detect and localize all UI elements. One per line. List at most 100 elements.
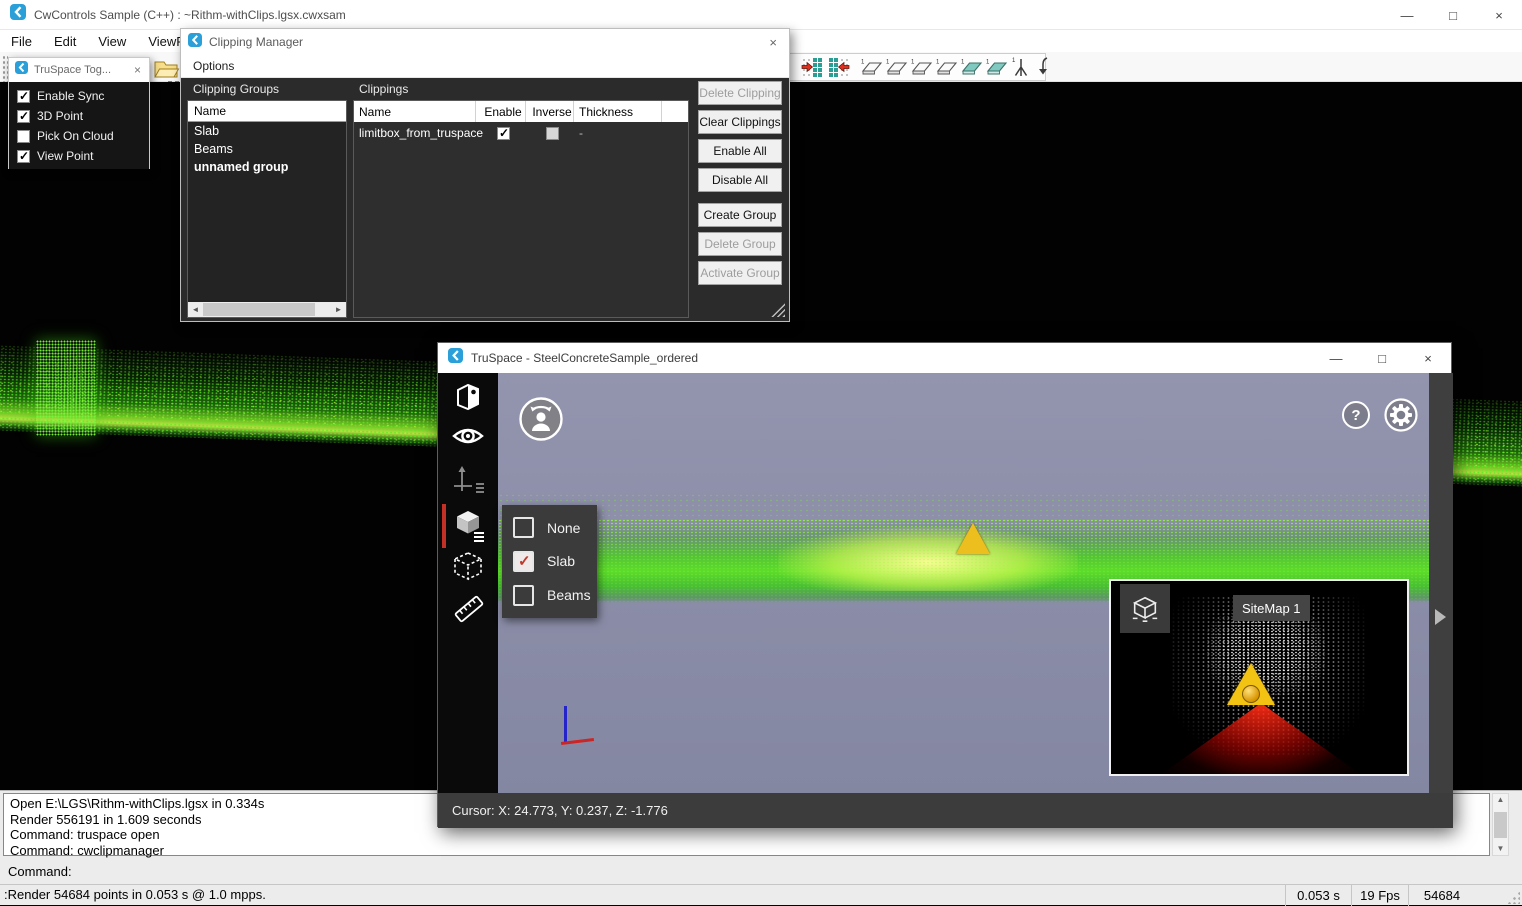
toggle-view-point[interactable]: View Point [9,146,149,166]
close-button[interactable]: × [1476,0,1522,30]
ts-tool-sidebar [438,373,498,793]
clipping-cube-icon[interactable] [452,506,486,547]
log-scrollbar[interactable]: ▲ ▼ [1492,793,1509,856]
popup-label: None [547,520,580,536]
scroll-down-icon[interactable]: ▼ [1497,844,1505,854]
col-header-thickness[interactable]: Thickness [574,101,662,122]
grid-arrow-right-icon[interactable] [800,55,824,79]
activate-group-button[interactable]: Activate Group [698,261,782,285]
popup-item-slab[interactable]: Slab [502,551,597,572]
maximize-button[interactable]: □ [1430,0,1476,30]
enable-all-button[interactable]: Enable All [698,139,782,163]
col-header-enable[interactable]: Enable [476,101,526,122]
disable-all-button[interactable]: Disable All [698,168,782,192]
table-row[interactable]: limitbox_from_truspace - [354,122,688,144]
close-button[interactable]: × [1405,343,1451,373]
popup-item-none[interactable]: None [502,517,597,538]
scroll-left-icon[interactable]: ◄ [188,305,203,314]
groups-header[interactable]: Name [188,101,346,122]
group-item-unnamed[interactable]: unnamed group [188,158,346,176]
truspace-3d-viewport[interactable]: ? SiteMap 1 [498,373,1429,793]
maximize-button[interactable]: □ [1359,343,1405,373]
resize-grip[interactable] [1507,891,1520,904]
enable-checkbox[interactable] [497,127,510,140]
ts-title: TruSpace - SteelConcreteSample_ordered [471,351,1313,365]
slab-tool-teal-icon[interactable] [961,55,983,79]
limitbox-icon[interactable] [452,551,484,587]
axis-icon[interactable] [452,463,486,502]
panorama-icon[interactable] [452,381,484,418]
viewpoint-marker[interactable] [956,523,990,554]
col-header-inverse[interactable]: Inverse [526,101,574,122]
cm-titlebar[interactable]: Clipping Manager × [181,29,789,55]
question-glyph: ? [1351,407,1360,424]
status-bar: :Render 54684 points in 0.053 s @ 1.0 mp… [0,884,1522,905]
menu-options[interactable]: Options [193,59,234,73]
delete-clipping-button[interactable]: Delete Clipping [698,81,782,105]
help-icon[interactable]: ? [1342,401,1370,429]
scroll-thumb[interactable] [1494,812,1507,838]
col-header-name[interactable]: Name [354,101,476,122]
groups-hscrollbar[interactable]: ◄ ► [188,302,346,317]
drop-arrow-icon[interactable] [1034,55,1054,79]
resize-grip[interactable] [771,303,785,317]
clear-clippings-button[interactable]: Clear Clippings [698,110,782,134]
close-icon[interactable]: × [134,63,141,77]
group-item-slab[interactable]: Slab [188,122,346,140]
minimize-button[interactable]: — [1313,343,1359,373]
command-line[interactable]: Command: [0,858,1522,884]
popup-label: Beams [547,587,591,603]
checkbox[interactable] [513,551,534,572]
eye-icon[interactable] [452,422,484,455]
toggle-label: 3D Point [37,109,83,123]
tripod-icon[interactable]: 1 [1011,55,1031,79]
slab-tool-teal-icon[interactable] [986,55,1008,79]
scroll-thumb[interactable] [203,303,315,316]
rotate-person-icon[interactable] [519,397,563,441]
ruler-icon[interactable] [452,592,486,631]
status-fps: 19 Fps [1351,885,1408,906]
menu-view[interactable]: View [87,30,137,52]
slab-tool-icon[interactable] [886,55,908,79]
sitemap-cube-icon [1130,594,1160,624]
command-label: Command: [8,864,72,879]
axis-indicator-z [564,706,567,743]
checkbox[interactable] [513,585,534,606]
gear-icon[interactable] [1384,398,1418,432]
menu-file[interactable]: File [0,30,43,52]
sitemap-label: SiteMap 1 [1233,595,1310,621]
slab-tool-icon[interactable] [936,55,958,79]
checkbox[interactable] [513,517,534,538]
checkbox[interactable] [17,150,30,163]
checkbox[interactable] [17,130,30,143]
menu-edit[interactable]: Edit [43,30,87,52]
close-icon[interactable]: × [769,35,777,50]
create-group-button[interactable]: Create Group [698,203,782,227]
inverse-checkbox[interactable] [546,127,559,140]
expand-arrow-icon[interactable] [1435,609,1446,625]
slab-tool-icon[interactable] [861,55,883,79]
clippings-label: Clippings [359,82,408,96]
checkbox[interactable] [17,110,30,123]
sitemap-panel[interactable]: SiteMap 1 [1109,579,1409,776]
grid-arrow-left-icon[interactable] [827,55,851,79]
cm-menubar: Options [181,55,789,78]
delete-group-button[interactable]: Delete Group [698,232,782,256]
toggle-3d-point[interactable]: 3D Point [9,106,149,126]
checkbox[interactable] [17,90,30,103]
app-icon [10,4,26,25]
toggle-enable-sync[interactable]: Enable Sync [9,86,149,106]
scroll-up-icon[interactable]: ▲ [1497,795,1505,805]
group-item-beams[interactable]: Beams [188,140,346,158]
slab-tool-icon[interactable] [911,55,933,79]
popup-item-beams[interactable]: Beams [502,585,597,606]
toggle-pick-on-cloud[interactable]: Pick On Cloud [9,126,149,146]
ts-titlebar[interactable]: TruSpace - SteelConcreteSample_ordered —… [438,343,1451,373]
app-icon [448,348,463,368]
sitemap-cube-button[interactable] [1120,584,1170,633]
truspace-toggles-panel: TruSpace Tog... × Enable Sync 3D Point P… [8,57,150,169]
scroll-right-icon[interactable]: ► [331,305,346,314]
tog-titlebar[interactable]: TruSpace Tog... × [9,58,149,82]
app-icon [188,33,202,52]
minimize-button[interactable]: — [1384,0,1430,30]
